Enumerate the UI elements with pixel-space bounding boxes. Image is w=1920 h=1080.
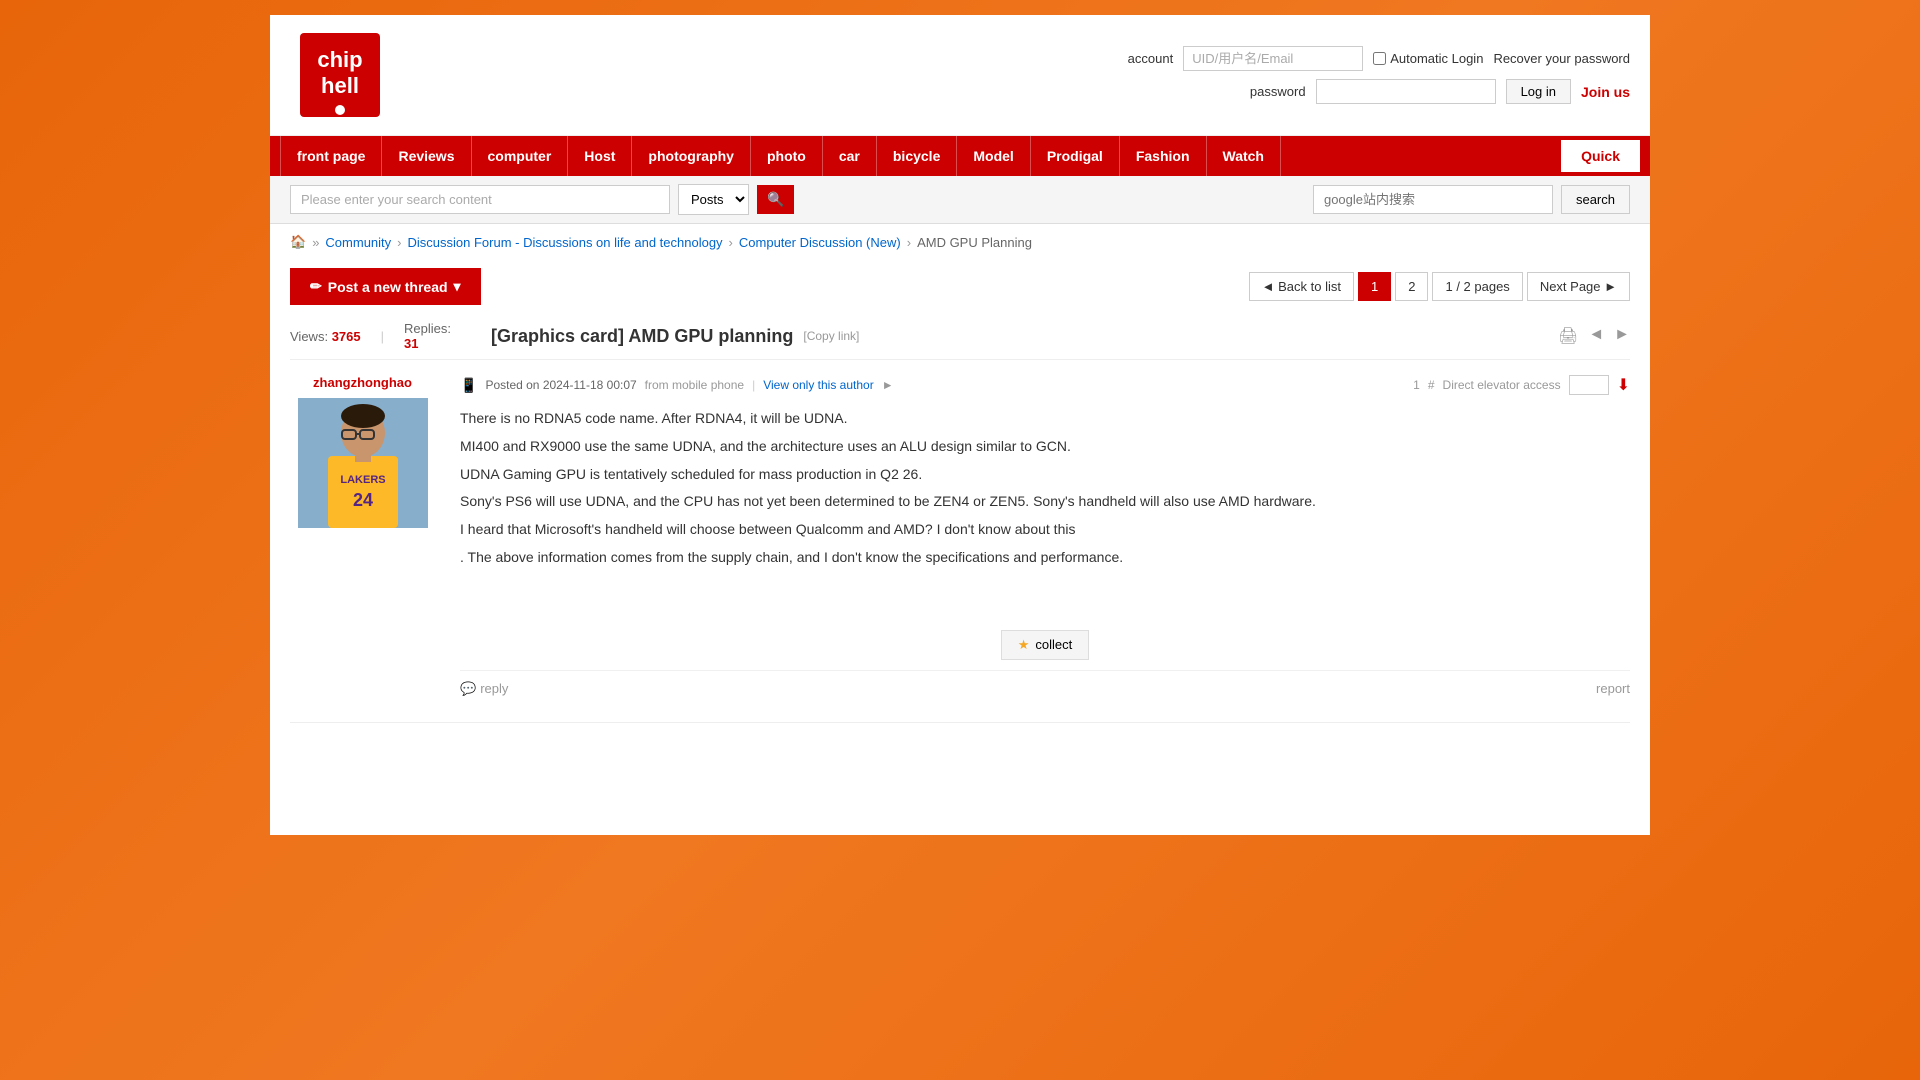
post-sidebar: zhangzhonghao (290, 375, 450, 707)
post-line-4: Sony's PS6 will use UDNA, and the CPU ha… (460, 490, 1630, 514)
breadcrumb-current: AMD GPU Planning (917, 235, 1032, 250)
search-input[interactable] (290, 185, 670, 214)
page-1-button[interactable]: 1 (1358, 272, 1391, 301)
svg-text:24: 24 (352, 490, 372, 510)
reply-link[interactable]: 💬 reply (460, 681, 508, 697)
nav-photography[interactable]: photography (632, 136, 751, 176)
nav-reviews[interactable]: Reviews (382, 136, 471, 176)
password-input[interactable] (1316, 79, 1496, 104)
nav-computer[interactable]: computer (472, 136, 569, 176)
svg-text:chip: chip (317, 47, 362, 72)
report-link[interactable]: report (1596, 681, 1630, 696)
search-button[interactable]: 🔍 (757, 185, 794, 214)
post-line-6: . The above information comes from the s… (460, 546, 1630, 570)
page-info: 1 / 2 pages (1432, 272, 1522, 301)
elevator-go-button[interactable]: ⬇ (1617, 375, 1630, 395)
nav-watch[interactable]: Watch (1207, 136, 1281, 176)
auto-login-checkbox[interactable] (1373, 52, 1386, 65)
post-container: zhangzhonghao (290, 360, 1630, 723)
breadcrumb-community[interactable]: Community (325, 235, 391, 250)
post-source: from mobile phone (645, 378, 744, 392)
nav-front-page[interactable]: front page (280, 136, 382, 176)
svg-text:hell: hell (321, 73, 359, 98)
search-icon: 🔍 (767, 191, 784, 207)
next-page-button[interactable]: Next Page ► (1527, 272, 1630, 301)
post-date: Posted on 2024-11-18 00:07 (485, 378, 636, 392)
search-bar: Posts 🔍 search (270, 176, 1650, 224)
post-number-area: 1 # Direct elevator access ⬇ (1413, 375, 1630, 395)
account-label: account (1128, 51, 1174, 66)
login-button[interactable]: Log in (1506, 79, 1571, 104)
thread-controls: ✏ Post a new thread ▾ ◄ Back to list 1 2… (270, 260, 1650, 313)
password-label: password (1250, 84, 1306, 99)
google-search-input[interactable] (1313, 185, 1553, 214)
thread-area: Views: 3765 | Replies: 31 [Graphics card… (270, 313, 1650, 723)
replies-stat: Replies: 31 (404, 321, 451, 351)
thread-title: [Graphics card] AMD GPU planning (491, 326, 793, 347)
post-icon: ✏ (310, 278, 322, 295)
search-type-select[interactable]: Posts (678, 184, 749, 215)
breadcrumb: 🏠 » Community › Discussion Forum - Discu… (270, 224, 1650, 260)
page-2-button[interactable]: 2 (1395, 272, 1428, 301)
nav-photo[interactable]: photo (751, 136, 823, 176)
post-footer: 💬 reply report (460, 670, 1630, 707)
post-num-label: 1 (1413, 378, 1420, 392)
svg-text:LAKERS: LAKERS (340, 474, 385, 486)
collect-label: collect (1035, 637, 1072, 652)
pagination: ◄ Back to list 1 2 1 / 2 pages Next Page… (1249, 272, 1630, 301)
nav-bicycle[interactable]: bicycle (877, 136, 957, 176)
elevator-input[interactable] (1569, 375, 1609, 395)
post-new-thread-button[interactable]: ✏ Post a new thread ▾ (290, 268, 481, 305)
nav-model[interactable]: Model (957, 136, 1030, 176)
post-line-1: There is no RDNA5 code name. After RDNA4… (460, 407, 1630, 431)
post-body: There is no RDNA5 code name. After RDNA4… (460, 407, 1630, 570)
reply-icon: 💬 (460, 681, 476, 697)
breadcrumb-computer-discussion[interactable]: Computer Discussion (New) (739, 235, 901, 250)
quick-button[interactable]: Quick (1561, 140, 1640, 172)
post-content: 📱 Posted on 2024-11-18 00:07 from mobile… (450, 375, 1630, 707)
home-icon[interactable]: 🏠 (290, 234, 306, 250)
print-icon[interactable]: 🖨 (1558, 326, 1578, 346)
copy-link[interactable]: [Copy link] (803, 329, 859, 343)
post-line-2: MI400 and RX9000 use the same UDNA, and … (460, 435, 1630, 459)
view-only-author-link[interactable]: View only this author (763, 378, 874, 392)
post-meta: 📱 Posted on 2024-11-18 00:07 from mobile… (460, 375, 1630, 395)
nav-car[interactable]: car (823, 136, 877, 176)
navigation-bar: front page Reviews computer Host photogr… (270, 136, 1650, 176)
mobile-icon: 📱 (460, 377, 477, 394)
nav-fashion[interactable]: Fashion (1120, 136, 1207, 176)
collect-star-icon: ★ (1018, 637, 1030, 653)
forward-arrow-icon[interactable]: ► (1614, 326, 1630, 346)
post-line-5: I heard that Microsoft's handheld will c… (460, 518, 1630, 542)
back-arrow-icon[interactable]: ◄ (1588, 326, 1604, 346)
hash-symbol: # (1428, 378, 1435, 392)
author-name[interactable]: zhangzhonghao (313, 375, 412, 390)
collect-button[interactable]: ★ collect (1001, 630, 1090, 660)
uid-input[interactable] (1183, 46, 1363, 71)
recover-password-link[interactable]: Recover your password (1493, 51, 1630, 66)
nav-host[interactable]: Host (568, 136, 632, 176)
auto-login-label[interactable]: Automatic Login (1373, 51, 1483, 66)
join-link[interactable]: Join us (1581, 84, 1630, 100)
avatar: LAKERS 24 (298, 398, 428, 528)
google-search-button[interactable]: search (1561, 185, 1630, 214)
views-stat: Views: 3765 (290, 329, 361, 344)
nav-prodigal[interactable]: Prodigal (1031, 136, 1120, 176)
site-logo[interactable]: chip hell (290, 25, 390, 125)
back-to-list-button[interactable]: ◄ Back to list (1249, 272, 1354, 301)
breadcrumb-discussion-forum[interactable]: Discussion Forum - Discussions on life a… (408, 235, 723, 250)
direct-elevator-label: Direct elevator access (1443, 378, 1561, 392)
post-line-3: UDNA Gaming GPU is tentatively scheduled… (460, 463, 1630, 487)
thread-actions: 🖨 ◄ ► (1558, 326, 1630, 346)
